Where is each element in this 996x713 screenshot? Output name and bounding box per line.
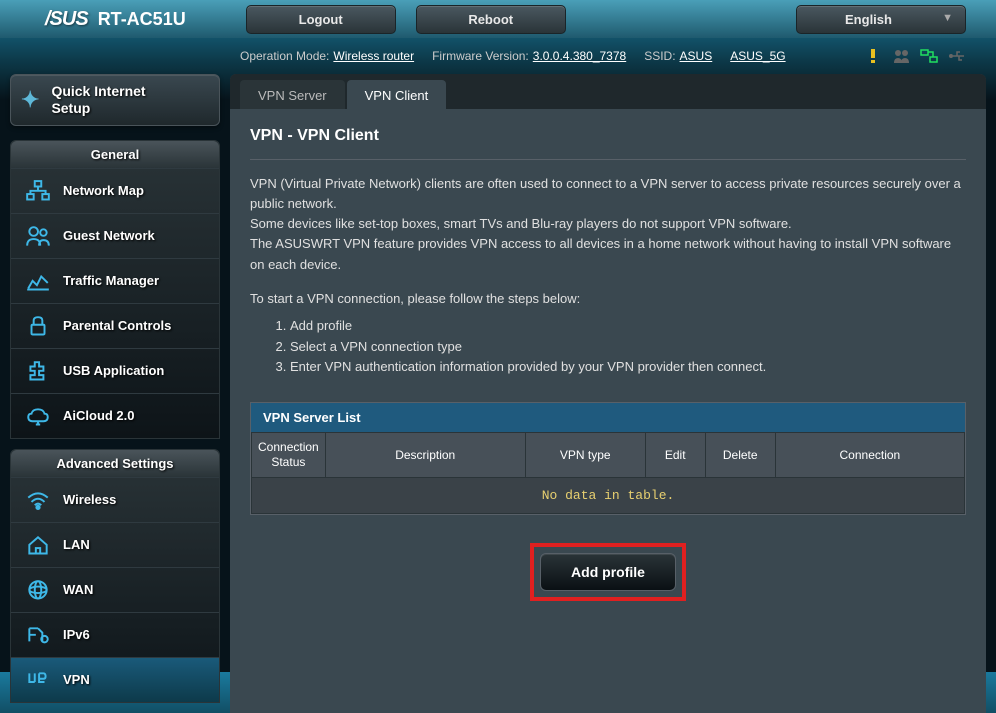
sidebar-item-wan[interactable]: WAN [11, 567, 219, 612]
server-list-table: Connection Status Description VPN type E… [251, 432, 965, 514]
sidebar-item-label: Network Map [63, 183, 144, 198]
aicloud-icon [25, 405, 51, 427]
sidebar-item-traffic-manager[interactable]: Traffic Manager [11, 258, 219, 303]
guest-network-icon [25, 225, 51, 247]
wireless-icon [25, 489, 51, 511]
advanced-header: Advanced Settings [11, 450, 219, 477]
parental-controls-icon [25, 315, 51, 337]
usb-application-icon [25, 360, 51, 382]
server-list-header: VPN Server List [251, 403, 965, 432]
sidebar-item-label: AiCloud 2.0 [63, 408, 135, 423]
sidebar-item-lan[interactable]: LAN [11, 522, 219, 567]
sidebar-item-label: LAN [63, 537, 90, 552]
general-header: General [11, 141, 219, 168]
sidebar-item-network-map[interactable]: Network Map [11, 168, 219, 213]
tab-bar: VPN Server VPN Client [230, 74, 986, 109]
steps-list: Add profile Select a VPN connection type… [250, 316, 966, 378]
traffic-manager-icon [25, 270, 51, 292]
sidebar-item-parental-controls[interactable]: Parental Controls [11, 303, 219, 348]
wan-icon [25, 579, 51, 601]
network-map-icon [25, 180, 51, 202]
qis-label-1: Quick Internet [51, 83, 145, 99]
alert-icon[interactable] [864, 48, 882, 64]
general-menu: General Network Map Guest Network Traffi… [10, 140, 220, 439]
network-icon[interactable] [920, 48, 938, 64]
status-icons [864, 48, 986, 64]
reboot-button[interactable]: Reboot [416, 5, 566, 34]
page-title: VPN - VPN Client [250, 127, 966, 160]
add-profile-highlight: Add profile [530, 543, 686, 601]
col-edit: Edit [645, 433, 705, 478]
steps-intro: To start a VPN connection, please follow… [250, 291, 966, 306]
ssid-label: SSID: [644, 49, 675, 63]
quick-internet-setup-button[interactable]: ✦ Quick InternetSetup [10, 74, 220, 126]
top-bar: /SUS RT-AC51U Logout Reboot English [0, 0, 996, 38]
ipv6-icon [25, 624, 51, 646]
col-description: Description [325, 433, 525, 478]
model-name: RT-AC51U [98, 9, 186, 30]
sidebar-item-usb-application[interactable]: USB Application [11, 348, 219, 393]
ssid-value-2[interactable]: ASUS_5G [730, 49, 785, 63]
add-profile-button[interactable]: Add profile [540, 553, 676, 591]
lan-icon [25, 534, 51, 556]
content-panel: VPN Server VPN Client VPN - VPN Client V… [230, 74, 986, 713]
sidebar-item-ipv6[interactable]: IPv6 [11, 612, 219, 657]
fw-label: Firmware Version: [432, 49, 529, 63]
fw-value[interactable]: 3.0.0.4.380_7378 [533, 49, 626, 63]
col-connection: Connection [775, 433, 964, 478]
col-vpn-type: VPN type [525, 433, 645, 478]
step-item: Select a VPN connection type [290, 337, 966, 358]
vpn-server-list: VPN Server List Connection Status Descri… [250, 402, 966, 515]
sidebar-item-label: Wireless [63, 492, 116, 507]
op-mode-label: Operation Mode: [240, 49, 329, 63]
sidebar-item-label: Traffic Manager [63, 273, 159, 288]
status-bar: Operation Mode: Wireless router Firmware… [0, 38, 996, 74]
sidebar-item-vpn[interactable]: VPN [11, 657, 219, 702]
sidebar-item-wireless[interactable]: Wireless [11, 477, 219, 522]
sidebar-item-label: USB Application [63, 363, 164, 378]
qis-label-2: Setup [51, 100, 90, 116]
users-icon[interactable] [892, 48, 910, 64]
col-delete: Delete [705, 433, 775, 478]
step-item: Add profile [290, 316, 966, 337]
logout-button[interactable]: Logout [246, 5, 396, 34]
sidebar: ✦ Quick InternetSetup General Network Ma… [10, 74, 220, 713]
sidebar-item-label: Parental Controls [63, 318, 171, 333]
ssid-value-1[interactable]: ASUS [680, 49, 713, 63]
sidebar-item-label: IPv6 [63, 627, 90, 642]
sidebar-item-guest-network[interactable]: Guest Network [11, 213, 219, 258]
tab-vpn-server[interactable]: VPN Server [240, 80, 345, 109]
col-connection-status: Connection Status [252, 433, 326, 478]
advanced-menu: Advanced Settings Wireless LAN WAN IPv6 … [10, 449, 220, 703]
step-item: Enter VPN authentication information pro… [290, 357, 966, 378]
sidebar-item-label: WAN [63, 582, 93, 597]
page-description: VPN (Virtual Private Network) clients ar… [250, 174, 966, 275]
usb-icon[interactable] [948, 48, 966, 64]
brand-logo: /SUS [45, 8, 88, 31]
sidebar-item-label: VPN [63, 672, 90, 687]
sidebar-item-aicloud[interactable]: AiCloud 2.0 [11, 393, 219, 438]
language-select[interactable]: English [796, 5, 966, 34]
sidebar-item-label: Guest Network [63, 228, 155, 243]
empty-table-message: No data in table. [252, 478, 965, 514]
op-mode-value[interactable]: Wireless router [333, 49, 414, 63]
tab-vpn-client[interactable]: VPN Client [347, 80, 447, 109]
wand-icon: ✦ [21, 87, 39, 113]
